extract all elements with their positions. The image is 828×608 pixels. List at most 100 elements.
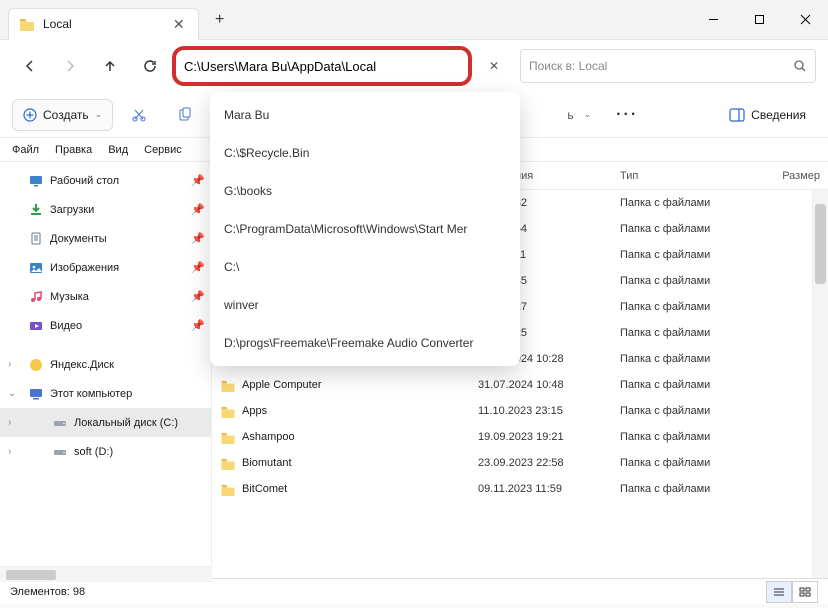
file-date: 11.10.2023 23:15 xyxy=(470,405,612,417)
pin-icon: 📌 xyxy=(191,203,205,216)
sidebar-item-label: Локальный диск (C:) xyxy=(74,417,178,429)
forward-button[interactable] xyxy=(52,48,88,84)
view-icons-button[interactable] xyxy=(792,581,818,603)
sidebar-item-label: Загрузки xyxy=(50,204,94,216)
music-icon xyxy=(28,289,44,305)
file-date: 19.09.2023 19:21 xyxy=(470,431,612,443)
maximize-button[interactable] xyxy=(736,4,782,36)
file-type: Папка с файлами xyxy=(612,405,740,417)
sidebar-item-label: Видео xyxy=(50,320,82,332)
scrollbar-thumb[interactable] xyxy=(815,204,826,284)
sidebar-item[interactable]: Документы📌 xyxy=(0,224,211,253)
menu-file[interactable]: Файл xyxy=(12,144,39,156)
hscroll-thumb[interactable] xyxy=(6,570,56,580)
chevron-down-icon: ⌄ xyxy=(95,109,103,120)
pin-icon: 📌 xyxy=(191,319,205,332)
sidebar-item[interactable]: ›Яндекс.Диск xyxy=(0,350,211,379)
table-row[interactable]: Apps 11.10.2023 23:15Папка с файлами xyxy=(212,398,828,424)
pin-icon: 📌 xyxy=(191,174,205,187)
file-name: Ashampoo xyxy=(242,431,295,443)
pin-icon: 📌 xyxy=(191,261,205,274)
tab-close-button[interactable]: ✕ xyxy=(170,15,188,33)
address-suggestions: Mara BuC:\$Recycle.BinG:\booksC:\Program… xyxy=(210,92,520,366)
videos-icon xyxy=(28,318,44,334)
back-button[interactable] xyxy=(12,48,48,84)
file-type: Папка с файлами xyxy=(612,457,740,469)
file-type: Папка с файлами xyxy=(612,379,740,391)
up-button[interactable] xyxy=(92,48,128,84)
address-suggestion[interactable]: Mara Bu xyxy=(210,96,520,134)
minimize-button[interactable] xyxy=(690,4,736,36)
sidebar: Рабочий стол📌Загрузки📌Документы📌Изображе… xyxy=(0,162,212,578)
file-type: Папка с файлами xyxy=(612,275,740,287)
file-name: Apps xyxy=(242,405,267,417)
view-details-button[interactable] xyxy=(766,581,792,603)
sidebar-item[interactable]: ⌄ Этот компьютер xyxy=(0,379,211,408)
details-label: Сведения xyxy=(751,108,806,122)
pin-icon: 📌 xyxy=(191,290,205,303)
file-type: Папка с файлами xyxy=(612,483,740,495)
more-button[interactable]: ··· xyxy=(607,99,647,131)
menu-view[interactable]: Вид xyxy=(108,144,128,156)
address-bar[interactable] xyxy=(172,46,472,86)
table-row[interactable]: Ashampoo19.09.2023 19:21Папка с файлами xyxy=(212,424,828,450)
menu-tools[interactable]: Сервис xyxy=(144,144,182,156)
sidebar-item-label: Этот компьютер xyxy=(50,388,132,400)
cut-button[interactable] xyxy=(119,99,159,131)
vertical-scrollbar[interactable] xyxy=(812,190,828,578)
address-suggestion[interactable]: C:\ xyxy=(210,248,520,286)
refresh-button[interactable] xyxy=(132,48,168,84)
close-button[interactable] xyxy=(782,4,828,36)
new-tab-button[interactable]: + xyxy=(205,5,235,35)
sidebar-item-label: Рабочий стол xyxy=(50,175,119,187)
address-suggestion[interactable]: C:\$Recycle.Bin xyxy=(210,134,520,172)
address-suggestion[interactable]: G:\books xyxy=(210,172,520,210)
drive-icon xyxy=(52,415,68,431)
sidebar-item[interactable]: Музыка 📌 xyxy=(0,282,211,311)
col-size[interactable]: Размер xyxy=(740,170,828,182)
tab-current[interactable]: Local ✕ xyxy=(8,8,199,40)
address-suggestion[interactable]: D:\progs\Freemake\Freemake Audio Convert… xyxy=(210,324,520,362)
sidebar-item-label: Музыка xyxy=(50,291,89,303)
sidebar-item[interactable]: Изображения 📌 xyxy=(0,253,211,282)
address-input[interactable] xyxy=(184,59,460,74)
chevron-icon: ⌄ xyxy=(8,388,16,399)
search-box[interactable]: Поиск в: Local xyxy=(520,49,816,83)
file-date: 31.07.2024 10:48 xyxy=(470,379,612,391)
nav-row: ✕ Поиск в: Local xyxy=(0,40,828,92)
table-row[interactable]: BitComet09.11.2023 11:59Папка с файлами xyxy=(212,476,828,502)
create-label: Создать xyxy=(43,108,89,122)
chevron-icon: › xyxy=(8,417,11,428)
pictures-icon xyxy=(28,260,44,276)
sidebar-item-label: soft (D:) xyxy=(74,446,113,458)
item-count-label: Элементов: xyxy=(10,586,70,598)
table-row[interactable]: Biomutant23.09.2023 22:58Папка с файлами xyxy=(212,450,828,476)
table-row[interactable]: Apple Computer31.07.2024 10:48Папка с фа… xyxy=(212,372,828,398)
sidebar-item[interactable]: Видео 📌 xyxy=(0,311,211,340)
sidebar-item-label: Изображения xyxy=(50,262,119,274)
sidebar-item[interactable]: › soft (D:) xyxy=(0,437,211,466)
sidebar-hscroll[interactable] xyxy=(0,566,212,582)
yandex-icon xyxy=(28,357,44,373)
address-clear-button[interactable]: ✕ xyxy=(476,48,512,84)
address-suggestion[interactable]: winver xyxy=(210,286,520,324)
address-suggestion[interactable]: C:\ProgramData\Microsoft\Windows\Start M… xyxy=(210,210,520,248)
sidebar-item[interactable]: Рабочий стол 📌 xyxy=(0,166,211,195)
details-pane-button[interactable]: Сведения xyxy=(719,99,816,131)
downloads-icon xyxy=(28,202,44,218)
sidebar-item[interactable]: › Локальный диск (C:) xyxy=(0,408,211,437)
sidebar-item[interactable]: Загрузки 📌 xyxy=(0,195,211,224)
chevron-icon: › xyxy=(8,446,11,457)
titlebar: Local ✕ + xyxy=(0,0,828,40)
file-type: Папка с файлами xyxy=(612,249,740,261)
file-type: Папка с файлами xyxy=(612,353,740,365)
documents-icon xyxy=(28,231,44,247)
file-type: Папка с файлами xyxy=(612,301,740,313)
copy-button[interactable] xyxy=(165,99,205,131)
menu-edit[interactable]: Правка xyxy=(55,144,92,156)
col-type[interactable]: Тип xyxy=(612,170,740,182)
create-button[interactable]: Создать ⌄ xyxy=(12,99,113,131)
desktop-icon xyxy=(28,173,44,189)
file-name: Biomutant xyxy=(242,457,292,469)
file-type: Папка с файлами xyxy=(612,223,740,235)
